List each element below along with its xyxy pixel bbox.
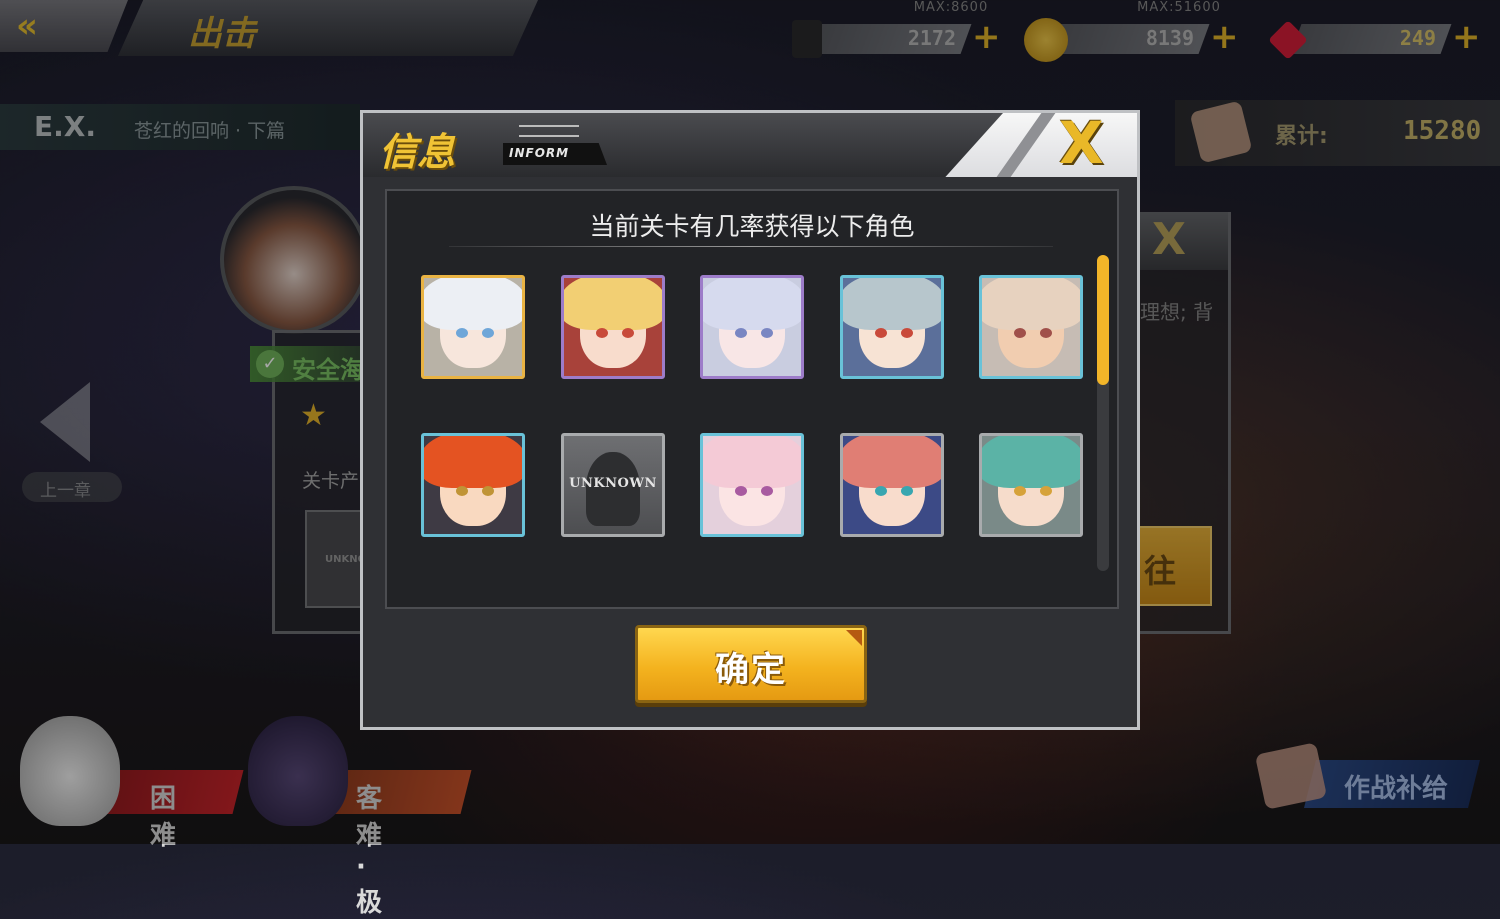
stage-name: 苍红的回响 · 下篇: [134, 120, 286, 142]
double-chevron-left-icon: «: [16, 6, 38, 46]
character-hair: [424, 436, 522, 488]
character-hair: [703, 278, 801, 330]
unknown-silhouette: UNKNOWN: [564, 436, 662, 534]
scrollbar[interactable]: [1097, 255, 1109, 571]
heading-divider: [449, 246, 1053, 247]
header-stripes: [519, 125, 579, 137]
character-portrait[interactable]: [840, 433, 944, 537]
fuel-icon: [792, 20, 822, 58]
drop-heading: 当前关卡有几率获得以下角色: [589, 212, 915, 241]
character-eye: [875, 328, 887, 338]
character-eye: [456, 486, 468, 496]
hard-mode-label: 困难: [150, 784, 177, 851]
character-portrait[interactable]: [561, 275, 665, 379]
go-button[interactable]: 往: [1136, 526, 1212, 606]
character-eye: [482, 486, 494, 496]
character-portrait[interactable]: [979, 275, 1083, 379]
fuel-max: MAX:8600: [913, 0, 989, 15]
character-eye: [875, 486, 887, 496]
scroll-thumb[interactable]: [1097, 255, 1109, 385]
confirm-button[interactable]: 确定: [635, 625, 867, 703]
modal-close-button[interactable]: X: [1051, 111, 1131, 175]
prev-stage-label: 上一章: [40, 481, 91, 501]
fuel-value: 2172: [907, 26, 956, 50]
topbar: « 出击 MAX:8600 2172 + MAX:51600 8139 + 24…: [0, 0, 1500, 62]
character-eye: [1040, 328, 1052, 338]
character-eye: [901, 486, 913, 496]
modal-header: 信息 INFORM X: [363, 111, 1137, 177]
character-hair: [982, 436, 1080, 488]
ticket-icon: [1189, 100, 1253, 164]
character-portrait[interactable]: [979, 433, 1083, 537]
character-eye: [1014, 328, 1026, 338]
fox-mask-icon: [20, 716, 120, 826]
total-value: 15280: [1403, 116, 1482, 146]
prev-stage-button[interactable]: 上一章: [22, 472, 122, 502]
coin-icon: [1024, 18, 1068, 62]
unknown-label: UNKNOWN: [569, 476, 657, 491]
back-button[interactable]: «: [0, 0, 128, 52]
character-panel: 当前关卡有几率获得以下角色 UNKNOWN: [385, 189, 1119, 609]
character-eye: [456, 328, 468, 338]
character-eye: [1014, 486, 1026, 496]
character-hair: [564, 278, 662, 330]
character-eye: [622, 328, 634, 338]
gem-plus-button[interactable]: +: [1452, 20, 1481, 54]
gem-value: 249: [1399, 26, 1436, 50]
character-hair: [843, 278, 941, 330]
coin-plus-button[interactable]: +: [1210, 20, 1239, 54]
character-eye: [482, 328, 494, 338]
modal-title: 信息: [379, 129, 456, 174]
screen-title-plate: 出击: [118, 0, 538, 56]
character-hair: [424, 278, 522, 330]
total-label: 累计:: [1275, 124, 1328, 149]
check-icon: ✓: [256, 350, 284, 378]
character-hair: [982, 278, 1080, 330]
character-hair: [843, 436, 941, 488]
character-portrait[interactable]: [421, 433, 525, 537]
background-close-button[interactable]: X: [1140, 212, 1228, 270]
prev-arrow-icon[interactable]: [40, 382, 90, 462]
character-portrait[interactable]: UNKNOWN: [561, 433, 665, 537]
coin-max: MAX:51600: [1137, 0, 1221, 15]
go-label: 往: [1144, 552, 1177, 590]
character-eye: [735, 328, 747, 338]
character-portrait[interactable]: [840, 275, 944, 379]
modal-header-plate: 信息 INFORM: [363, 113, 1003, 177]
character-portrait[interactable]: [700, 433, 804, 537]
dark-fox-mask-icon: [248, 716, 348, 826]
header-slash: [996, 113, 1056, 177]
character-eye: [901, 328, 913, 338]
character-portrait[interactable]: [700, 275, 804, 379]
fuel-plus-button[interactable]: +: [972, 20, 1001, 54]
supply-button[interactable]: 作战补给: [1250, 742, 1480, 814]
confirm-label: 确定: [715, 650, 787, 690]
close-icon: X: [1152, 214, 1186, 265]
character-eye: [1040, 486, 1052, 496]
commander-avatar: [220, 186, 368, 334]
screen-title: 出击: [188, 14, 256, 54]
character-eye: [735, 486, 747, 496]
coin-value: 8139: [1145, 26, 1194, 50]
star-icon: ★: [300, 398, 327, 433]
character-hair: [703, 436, 801, 488]
total-strip: 累计: 15280: [1175, 100, 1500, 166]
supply-label: 作战补给: [1344, 774, 1449, 804]
extreme-mode-label: 客难·极: [356, 784, 383, 918]
character-eye: [761, 486, 773, 496]
character-eye: [761, 328, 773, 338]
stage-strip: E.X. 苍红的回响 · 下篇: [0, 104, 360, 150]
info-modal: 信息 INFORM X 当前关卡有几率获得以下角色 UNKNOWN 确定: [360, 110, 1140, 730]
modal-subtitle-plate: INFORM: [503, 143, 607, 165]
stage-description: 理想; 背: [1140, 300, 1214, 324]
modal-subtitle: INFORM: [509, 146, 570, 160]
character-eye: [596, 328, 608, 338]
close-icon: X: [1059, 109, 1104, 177]
character-portrait[interactable]: [421, 275, 525, 379]
ex-label: E.X.: [34, 110, 96, 143]
